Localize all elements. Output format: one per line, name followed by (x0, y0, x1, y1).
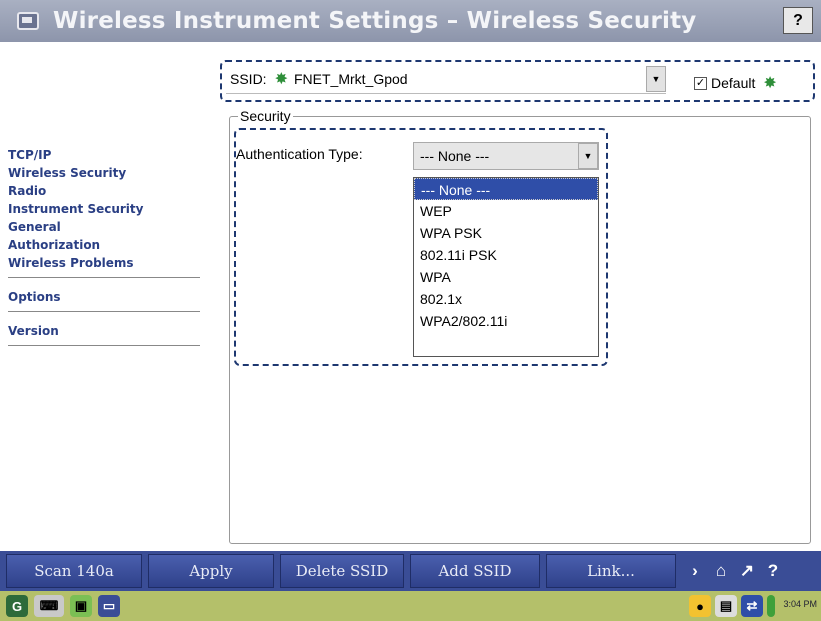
chevron-down-icon[interactable]: ▼ (646, 66, 666, 92)
scan-button[interactable]: Scan 140a (6, 554, 142, 588)
chevron-down-icon[interactable]: ▼ (578, 143, 598, 169)
nav-item-tcpip[interactable]: TCP/IP (8, 146, 203, 164)
app-icon[interactable]: ▣ (70, 595, 92, 617)
nav-item-wireless-problems[interactable]: Wireless Problems (8, 254, 203, 272)
auth-option-8021x[interactable]: 802.1x (414, 288, 598, 310)
context-help-button[interactable]: ? (783, 7, 813, 34)
ssid-label: SSID: (230, 70, 267, 87)
default-checkbox[interactable]: ✓ (694, 76, 707, 90)
ssid-combo[interactable]: SSID: ✸ FNET_Mrkt_Gpod ▼ (226, 64, 666, 94)
network-icon[interactable]: ⇄ (741, 595, 763, 617)
auth-type-label: Authentication Type: (236, 146, 363, 162)
gear-icon: ✸ (763, 75, 777, 92)
tools-icon[interactable]: ↗ (734, 554, 760, 588)
window-icon[interactable]: ▭ (98, 595, 120, 617)
clipboard-icon[interactable]: ▤ (715, 595, 737, 617)
auth-option-wpa2[interactable]: WPA2/802.11i (414, 310, 598, 332)
system-tray: ● ▤ ⇄ (685, 595, 775, 617)
nav-item-version[interactable]: Version (8, 322, 203, 340)
security-group-label: Security (238, 108, 293, 124)
nav-item-general[interactable]: General (8, 218, 203, 236)
delete-ssid-button[interactable]: Delete SSID (280, 554, 404, 588)
nav-item-authorization[interactable]: Authorization (8, 236, 203, 254)
default-label: Default (711, 75, 756, 91)
system-taskbar: G ⌨ ▣ ▭ ● ▤ ⇄ 3:04 PM (0, 591, 821, 621)
settings-nav: TCP/IP Wireless Security Radio Instrumen… (8, 146, 203, 356)
help-arrow-icon: ? (793, 11, 803, 29)
bottom-toolbar: Scan 140a Apply Delete SSID Add SSID Lin… (0, 551, 821, 591)
keyboard-icon[interactable]: ⌨ (34, 595, 64, 617)
link-button[interactable]: Link... (546, 554, 676, 588)
auth-option-wpa[interactable]: WPA (414, 266, 598, 288)
nav-item-instrument-security[interactable]: Instrument Security (8, 200, 203, 218)
apply-button[interactable]: Apply (148, 554, 274, 588)
default-checkbox-row[interactable]: ✓ Default ✸ (694, 73, 777, 93)
home-icon[interactable]: ⌂ (708, 554, 734, 588)
ssid-value: FNET_Mrkt_Gpod (293, 70, 408, 87)
nav-divider (8, 311, 200, 312)
auth-type-dropdown: --- None --- WEP WPA PSK 802.11i PSK WPA… (413, 177, 599, 357)
auth-type-select[interactable]: --- None --- ▼ (413, 142, 599, 170)
start-icon[interactable]: G (6, 595, 28, 617)
window-icon (17, 12, 39, 30)
title-bar: Wireless Instrument Settings – Wireless … (0, 0, 821, 42)
nav-item-radio[interactable]: Radio (8, 182, 203, 200)
nav-item-options[interactable]: Options (8, 288, 203, 306)
nav-divider (8, 277, 200, 278)
auth-option-wep[interactable]: WEP (414, 200, 598, 222)
battery-icon (767, 595, 775, 617)
window-title: Wireless Instrument Settings – Wireless … (53, 8, 697, 34)
add-ssid-button[interactable]: Add SSID (410, 554, 540, 588)
nav-item-wireless-security[interactable]: Wireless Security (8, 164, 203, 182)
gear-icon: ✸ (274, 70, 288, 88)
nav-divider (8, 345, 200, 346)
auth-option-wpa-psk[interactable]: WPA PSK (414, 222, 598, 244)
main-panel: SSID: ✸ FNET_Mrkt_Gpod ▼ ✓ Default ✸ TCP… (0, 42, 821, 551)
auth-option-80211i-psk[interactable]: 802.11i PSK (414, 244, 598, 266)
auth-type-value: --- None --- (420, 148, 490, 164)
status-icon[interactable]: ● (689, 595, 711, 617)
auth-option-none[interactable]: --- None --- (414, 178, 598, 200)
clock: 3:04 PM (783, 599, 817, 609)
help-icon[interactable]: ? (760, 554, 786, 588)
next-arrow-icon[interactable]: › (682, 554, 708, 588)
